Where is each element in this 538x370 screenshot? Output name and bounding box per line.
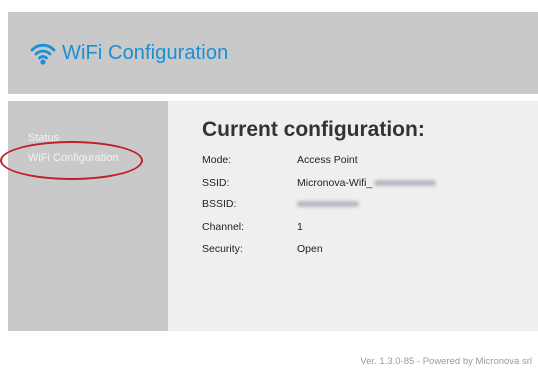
config-row-channel: Channel: 1 — [202, 221, 303, 233]
config-value — [297, 198, 359, 210]
config-row-security: Security: Open — [202, 243, 323, 255]
config-label: Mode: — [202, 154, 232, 166]
config-label: BSSID: — [202, 198, 237, 210]
ssid-prefix: Micronova-Wifi_ — [297, 177, 373, 189]
config-value: 1 — [297, 221, 303, 233]
config-label: SSID: — [202, 177, 230, 189]
config-row-ssid: SSID: Micronova-Wifi_ — [202, 177, 437, 189]
app-title: WiFi Configuration — [62, 41, 229, 64]
page-title: Current configuration: — [202, 118, 425, 141]
header-bar: WiFi Configuration — [8, 12, 538, 94]
config-label: Channel: — [202, 221, 245, 233]
config-label: Security: — [202, 243, 243, 255]
sidebar: Status WiFi Configuration — [0, 101, 168, 331]
config-row-bssid: BSSID: — [202, 198, 359, 210]
sidebar-item-wifi-configuration[interactable]: WiFi Configuration — [28, 152, 118, 164]
main-content: Current configuration: Mode: Access Poin… — [168, 101, 538, 331]
footer-version: Ver. 1.3.0-85 - Powered by Micronova srl — [360, 356, 532, 367]
redacted-bssid — [297, 201, 359, 208]
sidebar-item-status[interactable]: Status — [28, 132, 59, 144]
config-value: Micronova-Wifi_ — [297, 177, 437, 189]
redacted-ssid — [374, 180, 437, 187]
config-row-mode: Mode: Access Point — [202, 154, 358, 166]
config-value: Access Point — [297, 154, 358, 166]
config-value: Open — [297, 243, 323, 255]
wifi-icon — [30, 40, 56, 66]
